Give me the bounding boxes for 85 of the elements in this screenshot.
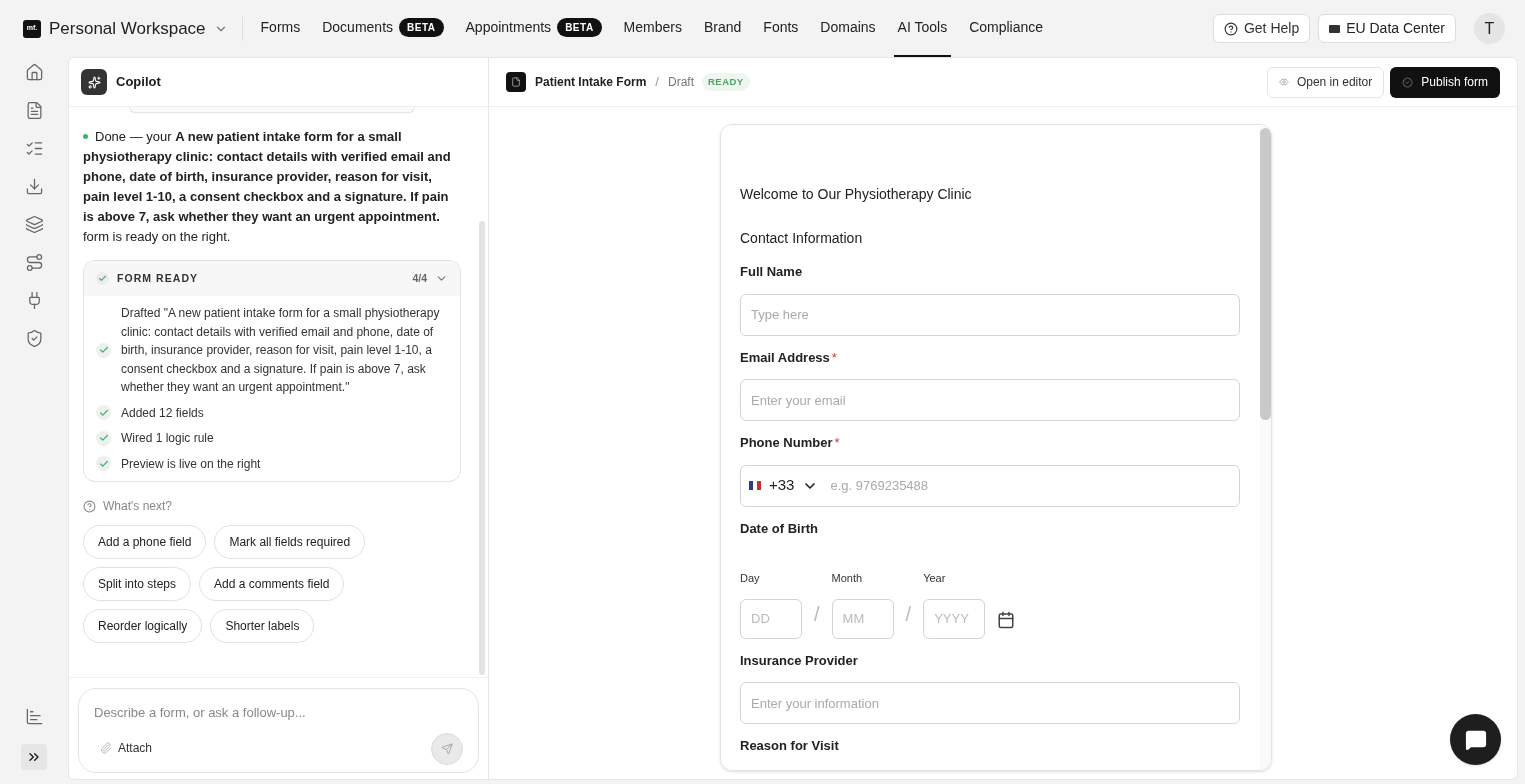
question-icon: [83, 499, 96, 513]
step-text: Added 12 fields: [121, 404, 204, 422]
flag-icon: [1329, 24, 1341, 33]
step-count: 4/4: [412, 270, 427, 286]
publish-button[interactable]: Publish form: [1390, 66, 1500, 98]
paperclip-icon: [100, 742, 112, 754]
nav-tab[interactable]: Appointments BETA: [461, 0, 606, 57]
form-icon: [506, 72, 526, 92]
chart-icon[interactable]: [24, 707, 44, 726]
region-button[interactable]: EU Data Center: [1318, 14, 1456, 43]
date-part-label: Day: [740, 571, 761, 586]
scrollbar-thumb[interactable]: [1260, 128, 1271, 420]
date-part-label: Year: [923, 571, 947, 586]
nav-tab[interactable]: Brand: [699, 0, 746, 57]
step-text: Preview is live on the right: [121, 455, 261, 473]
section-title: What's next?: [103, 498, 172, 515]
date-part-field[interactable]: YYYY: [923, 598, 986, 639]
nav-tab[interactable]: Documents BETA: [318, 0, 448, 57]
open-editor-button[interactable]: Open in editor: [1266, 66, 1385, 98]
eye-icon: [1278, 77, 1289, 87]
check-icon: [96, 272, 109, 285]
phone-field[interactable]: +33 e.g. 9769235488: [740, 464, 1240, 507]
text-field[interactable]: Type here: [740, 293, 1240, 336]
message-input[interactable]: Describe a form, or ask a follow-up...: [94, 703, 463, 723]
help-icon: [1223, 21, 1238, 36]
download-icon[interactable]: [24, 177, 44, 196]
suggestion-chip[interactable]: Add a comments field: [199, 567, 345, 601]
breadcrumb-separator: /: [655, 73, 659, 92]
help-button[interactable]: Get Help: [1212, 14, 1311, 43]
field-label: Reason for Visit: [740, 737, 839, 755]
beta-badge: BETA: [399, 18, 444, 37]
date-separator: /: [905, 601, 912, 627]
flag-icon: [749, 481, 761, 490]
attach-button[interactable]: Attach: [100, 739, 153, 757]
section-heading: Contact Information: [740, 229, 864, 248]
suggestion-chip[interactable]: Split into steps: [83, 567, 192, 601]
date-part-label: Month: [831, 571, 864, 586]
nav-tab[interactable]: Fonts: [759, 0, 803, 57]
date-part-field[interactable]: DD: [740, 598, 802, 639]
nav-tab[interactable]: Domains: [816, 0, 880, 57]
status-title: FORM READY: [117, 270, 199, 286]
user-avatar[interactable]: T: [1474, 13, 1505, 44]
beta-badge: BETA: [557, 18, 602, 37]
expand-button[interactable]: [21, 744, 47, 770]
workspace-switcher[interactable]: Personal Workspace: [49, 15, 228, 42]
checklist-icon[interactable]: [24, 139, 44, 158]
stack-icon[interactable]: [24, 215, 44, 234]
field-label: Full Name: [740, 263, 803, 281]
phone-input[interactable]: e.g. 9769235488: [830, 475, 1231, 496]
field-label: Date of Birth: [740, 519, 818, 538]
route-icon[interactable]: [24, 253, 44, 272]
form-status: Draft: [668, 74, 694, 91]
required-mark: *: [834, 434, 840, 452]
chat-icon: [1464, 728, 1487, 751]
date-separator: /: [814, 601, 820, 627]
badge-check-icon: [1402, 76, 1414, 88]
step-text: Wired 1 logic rule: [121, 430, 214, 447]
nav-tab[interactable]: Compliance: [965, 0, 1048, 57]
text-field[interactable]: Enter your email: [740, 379, 1240, 421]
required-mark: *: [831, 348, 837, 367]
form-heading: Welcome to Our Physiotherapy Clinic: [740, 185, 973, 204]
field-label: Email Address: [740, 348, 830, 367]
message-composer[interactable]: Describe a form, or ask a follow-up... Attach: [78, 688, 479, 773]
ready-badge: READY: [702, 72, 750, 92]
nav-tab[interactable]: Members: [619, 0, 686, 57]
panel-title: Copilot: [116, 73, 161, 92]
suggestion-chip[interactable]: Reorder logically: [83, 609, 203, 643]
copilot-avatar-icon: [81, 69, 107, 95]
text-field[interactable]: Enter your information: [740, 682, 1240, 724]
assistant-message: Done — your A new patient intake form for a small physiotherapy clinic: contact details with verified email and phone, date of birth, insurance provider, reason for visit, pain level 1-10, a consent checkbox and a signature. If pain is above 7, ask whether they want an urgent appointment. form is ready on the right.: [83, 128, 452, 246]
home-icon[interactable]: [24, 63, 44, 82]
suggestion-chip[interactable]: Shorter labels: [210, 609, 315, 643]
form-title: Patient Intake Form: [535, 74, 647, 91]
nav-tab[interactable]: Forms: [256, 0, 305, 57]
country-code[interactable]: +33: [769, 474, 795, 497]
scrollbar-thumb[interactable]: [479, 221, 485, 675]
field-label: Insurance Provider: [740, 651, 858, 670]
suggestion-chip[interactable]: Mark all fields required: [214, 525, 366, 559]
send-icon: [441, 743, 453, 755]
step-text: Drafted "A new patient intake form for a small physiotherapy clinic: contact details with verified email and phone, date of birth, insurance provider, reason for visit, pain level 1-10, a consent checkbox and a signature. If pain is above 7, ask whether they want an urgent appointment.": [121, 305, 441, 396]
field-label: Phone Number: [740, 434, 833, 452]
calendar-icon[interactable]: [997, 610, 1016, 629]
date-part-field[interactable]: MM: [831, 598, 894, 639]
suggestion-chip[interactable]: Add a phone field: [83, 525, 207, 559]
chat-launcher-button[interactable]: [1450, 714, 1501, 765]
